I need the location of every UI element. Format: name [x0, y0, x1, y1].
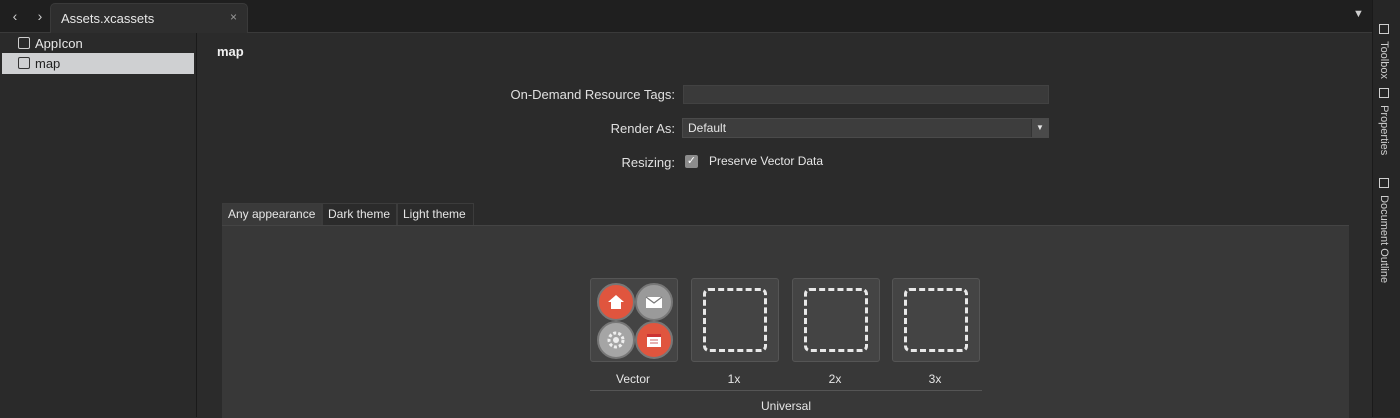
appearance-panel: Vector 1x 2x 3x Universal: [222, 225, 1349, 418]
tab-dropdown-icon[interactable]: ▼: [1353, 8, 1364, 20]
mail-icon: [635, 283, 673, 321]
render-as-select[interactable]: Default ▼: [682, 118, 1049, 138]
render-as-label: Render As:: [610, 121, 675, 136]
appicon-icon: [18, 37, 30, 49]
gear-icon: [597, 321, 635, 359]
asset-sidebar: AppIcon map: [0, 33, 197, 417]
slot-label: 1x: [727, 372, 741, 386]
sidebar-item-label: AppIcon: [35, 36, 83, 51]
sidebar-item-appicon[interactable]: AppIcon: [2, 33, 194, 54]
document-outline-icon: [1379, 178, 1389, 188]
universal-label: Universal: [760, 399, 811, 413]
toolbox-label: Toolbox: [1378, 41, 1390, 79]
sidebar-item-label: map: [35, 56, 61, 71]
slot-3x[interactable]: [892, 278, 980, 362]
slot-1x[interactable]: [691, 278, 779, 362]
forward-icon[interactable]: ›: [30, 6, 50, 26]
tab-title: Assets.xcassets: [61, 11, 155, 26]
slot-label: 3x: [928, 372, 942, 386]
document-outline-label: Document Outline: [1378, 195, 1390, 284]
tab-dark-theme[interactable]: Dark theme: [322, 203, 397, 225]
asset-editor: map On-Demand Resource Tags: Render As: …: [197, 33, 1372, 418]
vector-slot[interactable]: [590, 278, 678, 362]
chevron-down-icon: ▼: [1031, 119, 1048, 137]
slot-2x[interactable]: [792, 278, 880, 362]
editor-tabbar: ‹ › Assets.xcassets × ▼: [0, 0, 1372, 33]
properties-icon: [1379, 88, 1389, 98]
tab-assets-xcassets[interactable]: Assets.xcassets ×: [50, 3, 248, 33]
home-icon: [597, 283, 635, 321]
tags-input[interactable]: [683, 85, 1049, 104]
tab-any-appearance[interactable]: Any appearance: [222, 203, 322, 225]
empty-slot-icon: [703, 288, 767, 352]
right-toolbar: Toolbox Properties Document Outline: [1372, 0, 1400, 417]
close-icon[interactable]: ×: [230, 10, 237, 24]
empty-slot-icon: [804, 288, 868, 352]
back-icon[interactable]: ‹: [5, 6, 25, 26]
document-outline-button[interactable]: Document Outline: [1378, 178, 1390, 283]
tab-light-theme[interactable]: Light theme: [397, 203, 474, 225]
sidebar-item-map[interactable]: map: [2, 53, 194, 74]
toolbox-icon: [1379, 24, 1389, 34]
preserve-vector-label: Preserve Vector Data: [709, 154, 824, 168]
slot-label: 2x: [828, 372, 842, 386]
properties-button[interactable]: Properties: [1378, 88, 1390, 155]
slot-label: Vector: [615, 372, 651, 386]
preserve-vector-checkbox[interactable]: ✓: [685, 155, 698, 168]
tags-label: On-Demand Resource Tags:: [510, 87, 675, 102]
properties-label: Properties: [1378, 105, 1390, 156]
image-icon: [18, 57, 30, 69]
divider: [590, 390, 982, 391]
calendar-icon: [635, 321, 673, 359]
render-as-value: Default: [688, 121, 727, 135]
toolbox-button[interactable]: Toolbox: [1378, 24, 1390, 79]
empty-slot-icon: [904, 288, 968, 352]
resizing-label: Resizing:: [621, 155, 675, 170]
